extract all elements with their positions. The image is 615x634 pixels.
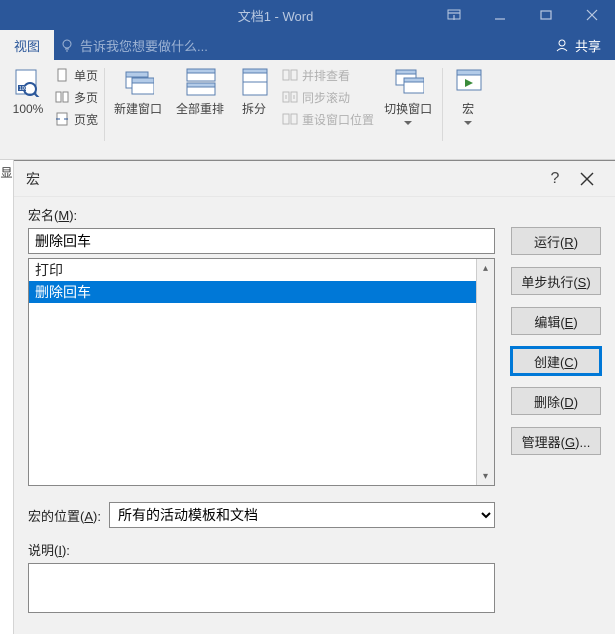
new-window-button[interactable]: 新建窗口 [108,64,168,130]
ribbon-group-window: 新建窗口 全部重排 拆分 并排查看 同步滚动 [104,64,442,159]
zoom-button[interactable]: 100 [6,64,50,100]
split-button[interactable]: 拆分 [232,64,276,130]
arrange-all-icon [184,66,216,98]
lightbulb-icon [60,38,74,52]
dialog-body: 宏名(M): 打印 删除回车 ▴ ▾ 宏的位置(A): 所有的活动模板和文档 [14,197,615,625]
macro-list-items: 打印 删除回车 [29,259,476,485]
dialog-title: 宏 [26,169,539,189]
macros-dialog: 宏 ? 宏名(M): 打印 删除回车 ▴ ▾ 宏的位置(A): [14,160,615,634]
close-icon [580,172,594,186]
macro-location-label: 宏的位置(A): [28,506,101,525]
ribbon-group-zoom: 100 100% 单页 多页 页宽 [2,64,104,159]
macros-icon [452,66,484,98]
tab-view[interactable]: 视图 [0,30,54,60]
organizer-button[interactable]: 管理器(G)... [511,427,601,455]
edit-button[interactable]: 编辑(E) [511,307,601,335]
close-button[interactable] [569,0,615,30]
multi-page-button[interactable]: 多页 [52,86,100,108]
split-icon [238,66,270,98]
macro-location-select[interactable]: 所有的活动模板和文档 [109,502,495,528]
side-by-side-icon [282,67,298,83]
maximize-button[interactable] [523,0,569,30]
dialog-help-button[interactable]: ? [539,163,571,195]
list-item[interactable]: 打印 [29,259,476,281]
page-width-button[interactable]: 页宽 [52,108,100,130]
window-titlebar: 文档1 - Word [0,0,615,30]
window-title: 文档1 - Word [0,6,431,25]
chevron-down-icon [404,121,412,125]
arrange-all-button[interactable]: 全部重排 [170,64,230,130]
scrollbar[interactable]: ▴ ▾ [476,259,494,485]
background-panel-sliver: 显 [0,160,14,634]
multi-page-icon [54,89,70,105]
page-width-icon [54,111,70,127]
reset-window-pos-button[interactable]: 重设窗口位置 [280,108,376,130]
macro-name-label: 宏名(M): [28,205,495,224]
delete-button[interactable]: 删除(D) [511,387,601,415]
list-item[interactable]: 删除回车 [29,281,476,303]
run-button[interactable]: 运行(R) [511,227,601,255]
macro-name-input[interactable] [28,228,495,254]
dialog-titlebar: 宏 ? [14,161,615,197]
dialog-close-button[interactable] [571,163,603,195]
person-icon [555,38,569,52]
zoom-icon: 100 [12,66,44,98]
ribbon-display-options[interactable] [431,0,477,30]
create-button[interactable]: 创建(C) [511,347,601,375]
scroll-down-arrow[interactable]: ▾ [477,467,494,485]
share-label: 共享 [575,36,601,55]
share-button[interactable]: 共享 [541,36,615,55]
ribbon: 100 100% 单页 多页 页宽 [0,60,615,160]
tell-me-label: 告诉我您想要做什么... [80,36,208,55]
chevron-down-icon [464,121,472,125]
switch-windows-icon [392,66,424,98]
description-label: 说明(I): [28,540,495,559]
description-box[interactable] [28,563,495,613]
ribbon-tabs: 视图 告诉我您想要做什么... 共享 [0,30,615,60]
single-page-button[interactable]: 单页 [52,64,100,86]
scroll-up-arrow[interactable]: ▴ [477,259,494,277]
macros-button[interactable]: 宏 [446,64,490,127]
zoom-percent[interactable]: 100% [6,102,50,116]
step-into-button[interactable]: 单步执行(S) [511,267,601,295]
window-controls [431,0,615,30]
svg-text:100: 100 [19,86,28,92]
tell-me-box[interactable]: 告诉我您想要做什么... [60,36,208,55]
sync-scroll-button[interactable]: 同步滚动 [280,86,376,108]
new-window-icon [122,66,154,98]
sync-scroll-icon [282,89,298,105]
view-side-by-side-button[interactable]: 并排查看 [280,64,376,86]
ribbon-group-macros: 宏 [442,64,494,159]
switch-windows-button[interactable]: 切换窗口 [378,64,438,130]
minimize-button[interactable] [477,0,523,30]
reset-pos-icon [282,111,298,127]
macro-listbox[interactable]: 打印 删除回车 ▴ ▾ [28,258,495,486]
single-page-icon [54,67,70,83]
